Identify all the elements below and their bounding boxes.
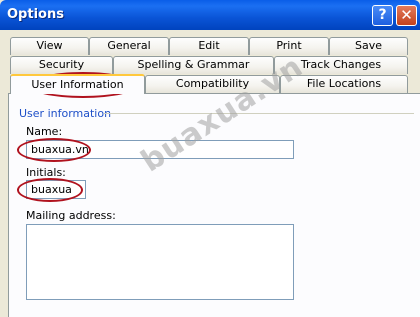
tab-edit[interactable]: Edit xyxy=(169,37,249,55)
title-bar: Options ? ✕ xyxy=(0,0,420,30)
tab-view[interactable]: View xyxy=(10,37,89,55)
window-title: Options xyxy=(7,7,64,22)
mailing-address-label: Mailing address: xyxy=(26,209,116,222)
group-label-user-information: User information xyxy=(19,107,112,120)
group-divider xyxy=(104,113,414,114)
tab-user-information[interactable]: User Information xyxy=(10,74,145,94)
close-button[interactable]: ✕ xyxy=(396,5,417,26)
tab-save[interactable]: Save xyxy=(329,37,408,55)
tab-spelling-grammar[interactable]: Spelling & Grammar xyxy=(113,56,274,74)
help-button[interactable]: ? xyxy=(372,5,393,26)
initials-label: Initials: xyxy=(26,166,66,179)
initials-field[interactable]: buaxua xyxy=(26,180,86,199)
name-label: Name: xyxy=(26,125,63,138)
mailing-address-field[interactable] xyxy=(26,224,294,300)
tab-security[interactable]: Security xyxy=(10,56,113,74)
tab-general[interactable]: General xyxy=(89,37,169,55)
